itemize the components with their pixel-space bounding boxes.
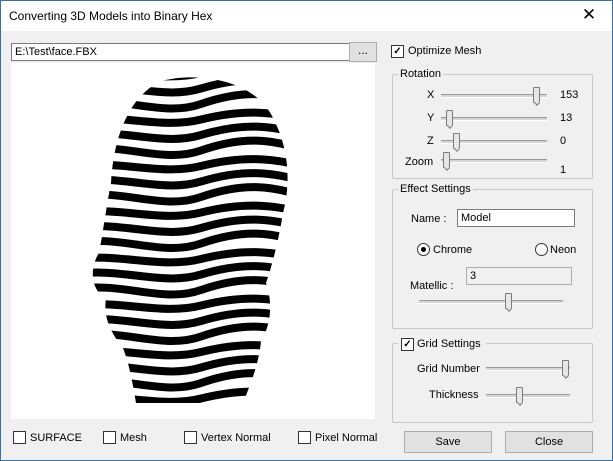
zoom-label: Zoom bbox=[405, 156, 434, 168]
thickness-label: Thickness bbox=[429, 389, 479, 401]
surface-checkbox[interactable] bbox=[13, 431, 26, 444]
zoom-slider[interactable] bbox=[443, 152, 450, 168]
stripe-band bbox=[92, 387, 288, 403]
stripe-band bbox=[92, 108, 288, 127]
rotation-x-value: 153 bbox=[560, 89, 579, 101]
close-button[interactable]: Close bbox=[505, 431, 593, 453]
window-title: Converting 3D Models into Binary Hex bbox=[9, 9, 213, 23]
neon-radio[interactable] bbox=[535, 243, 548, 256]
rotation-x-label: X bbox=[427, 89, 435, 101]
stripe-band bbox=[92, 77, 288, 81]
zoom-track bbox=[441, 159, 547, 163]
mesh-label: Mesh bbox=[120, 432, 147, 444]
stripe-band bbox=[92, 355, 288, 376]
grid-number-track bbox=[486, 367, 570, 371]
thickness-slider[interactable] bbox=[515, 387, 523, 403]
pixel-normal-label: Pixel Normal bbox=[315, 432, 378, 444]
effect-settings-title: Effect Settings bbox=[398, 183, 473, 195]
zoom-value: 1 bbox=[560, 164, 567, 176]
stripe-band bbox=[92, 308, 288, 329]
stripe-band bbox=[92, 341, 288, 360]
thickness-track bbox=[486, 394, 570, 398]
stripe-band bbox=[92, 294, 288, 313]
rotation-x-track bbox=[441, 94, 547, 98]
stripe-band bbox=[92, 77, 288, 97]
stripe-band bbox=[92, 183, 288, 206]
mesh-checkbox[interactable] bbox=[103, 431, 116, 444]
stripe-band bbox=[92, 229, 288, 252]
grid-number-slider[interactable] bbox=[562, 360, 570, 376]
rotation-y-value: 13 bbox=[560, 112, 573, 124]
file-path-field[interactable]: E:\Test\face.FBX bbox=[11, 43, 353, 61]
model-preview bbox=[11, 63, 375, 419]
rotation-z-label: Z bbox=[427, 135, 434, 147]
name-label: Name : bbox=[411, 213, 447, 225]
rotation-y-slider[interactable] bbox=[446, 110, 453, 126]
head-model-render bbox=[92, 77, 288, 403]
stripe-band bbox=[92, 248, 288, 267]
chrome-label: Chrome bbox=[433, 244, 473, 256]
optimize-mesh-label: Optimize Mesh bbox=[408, 45, 482, 57]
stripe-band bbox=[92, 322, 288, 345]
metallic-slider[interactable] bbox=[504, 293, 512, 309]
neon-label: Neon bbox=[550, 244, 577, 256]
name-input[interactable]: Model bbox=[457, 209, 575, 227]
rotation-z-slider[interactable] bbox=[453, 133, 460, 149]
grid-settings-title: Grid Settings bbox=[417, 338, 481, 350]
rotation-y-track bbox=[441, 117, 547, 121]
surface-label: SURFACE bbox=[30, 432, 82, 444]
metallic-track bbox=[419, 300, 563, 304]
grid-settings-group bbox=[392, 343, 593, 423]
grid-number-label: Grid Number bbox=[417, 363, 480, 375]
rotation-y-label: Y bbox=[427, 112, 435, 124]
rotation-z-value: 0 bbox=[560, 135, 567, 147]
stripe-band bbox=[92, 369, 288, 392]
close-icon[interactable]: ✕ bbox=[578, 5, 600, 25]
vertex-normal-label: Vertex Normal bbox=[201, 432, 271, 444]
grid-settings-checkbox[interactable]: ✓ bbox=[401, 338, 414, 351]
stripe-band bbox=[92, 215, 288, 236]
chrome-radio[interactable] bbox=[417, 243, 430, 256]
stripe-band bbox=[92, 262, 288, 283]
app-window: Converting 3D Models into Binary Hex ✕ E… bbox=[0, 0, 613, 461]
stripe-band bbox=[92, 122, 288, 143]
vertex-normal-checkbox[interactable] bbox=[184, 431, 197, 444]
stripe-band bbox=[92, 136, 288, 159]
metallic-label: Matellic : bbox=[410, 280, 454, 292]
pixel-normal-checkbox[interactable] bbox=[298, 431, 311, 444]
stripe-band bbox=[92, 201, 288, 220]
stripe-band bbox=[92, 155, 288, 174]
rotation-title: Rotation bbox=[398, 68, 443, 80]
optimize-mesh-checkbox[interactable]: ✓ bbox=[391, 45, 404, 58]
rotation-x-slider[interactable] bbox=[533, 87, 540, 103]
metallic-value-field: 3 bbox=[466, 267, 572, 285]
stripe-band bbox=[92, 169, 288, 190]
browse-button[interactable]: ... bbox=[349, 42, 377, 62]
save-button[interactable]: Save bbox=[404, 431, 492, 453]
stripe-band bbox=[92, 276, 288, 299]
title-bar: Converting 3D Models into Binary Hex ✕ bbox=[1, 1, 612, 31]
stripe-band bbox=[92, 90, 288, 113]
